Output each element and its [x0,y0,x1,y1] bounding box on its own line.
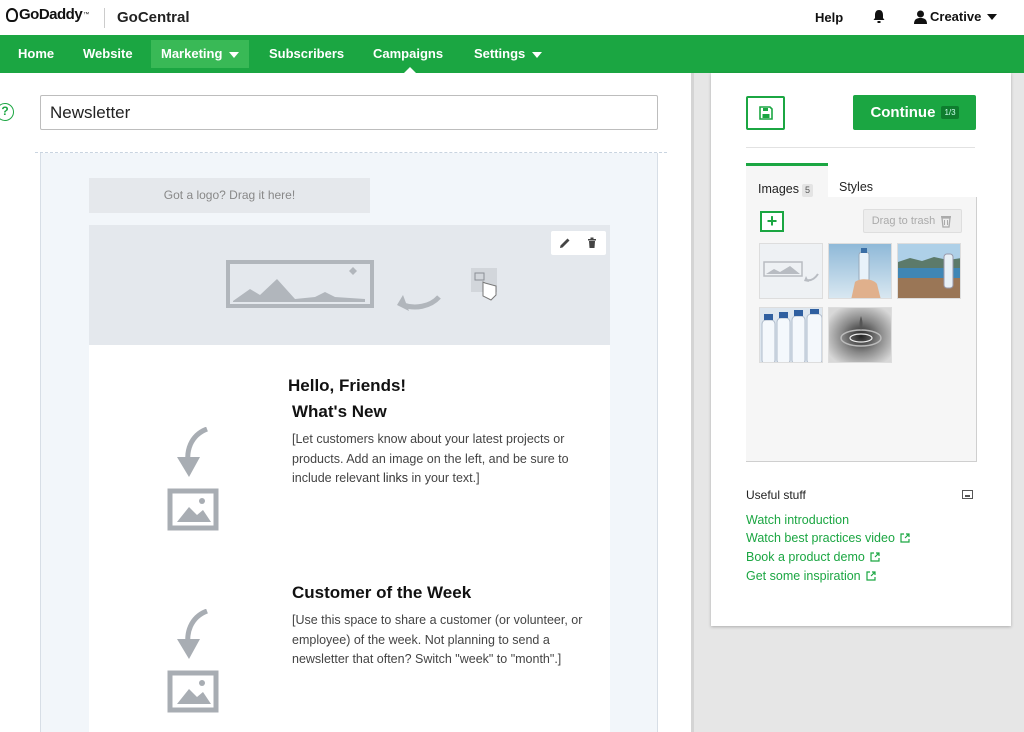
section-title-customer-of-week[interactable]: Customer of the Week [292,583,471,603]
godaddy-guy-icon [6,7,18,22]
godaddy-logo[interactable]: GoDaddy ™ [6,6,89,23]
nav-website[interactable]: Website [73,35,143,73]
gallery-thumb-water-drop[interactable] [828,307,892,363]
gallery-thumb-bottles-row[interactable] [759,307,823,363]
brand-name: GoDaddy [19,6,83,23]
external-link-icon [866,571,876,581]
link-label: Get some inspiration [746,569,861,583]
section-body-whats-new[interactable]: [Let customers know about your latest pr… [292,430,584,489]
chevron-down-icon [229,52,240,58]
email-body: Hello, Friends! What's New [Let customer… [89,345,610,732]
greeting-heading[interactable]: Hello, Friends! [288,376,406,396]
person-icon [914,10,927,24]
account-menu[interactable]: Creative [914,9,998,24]
tab-images-label: Images [758,182,799,196]
section-title-whats-new[interactable]: What's New [292,402,387,422]
image-placeholder-icon [760,244,822,298]
help-link[interactable]: Help [815,10,843,25]
product-name[interactable]: GoCentral [117,9,190,26]
gallery-thumb-beach-bottle[interactable] [897,243,961,299]
get-inspiration-link[interactable]: Get some inspiration [746,569,876,583]
drag-to-trash-zone[interactable]: Drag to trash [863,209,962,233]
water-drop-photo-icon [829,308,891,362]
trash-can-icon [941,216,952,228]
watch-introduction-link[interactable]: Watch introduction [746,513,849,527]
book-demo-link[interactable]: Book a product demo [746,550,880,564]
images-count-badge: 5 [802,184,814,197]
save-button[interactable] [746,96,785,130]
nav-settings-label: Settings [474,46,526,61]
section-body-text: in your text.] [408,471,480,485]
block-toolbar [551,231,606,255]
external-link-icon [900,533,910,543]
image-placeholder-icon[interactable] [167,609,219,713]
brand-trademark: ™ [83,11,89,18]
link-label: Watch introduction [746,513,850,527]
pencil-icon[interactable] [559,237,571,249]
nav-subscribers[interactable]: Subscribers [259,35,354,73]
email-editor: ? Got a logo? Drag it here! [0,73,694,732]
tab-styles[interactable]: Styles [839,164,873,198]
tab-images[interactable]: Images 5 [746,163,828,197]
image-placeholder-icon [226,260,497,311]
account-label: Creative [930,9,982,24]
panel-divider [746,147,975,148]
chevron-down-icon [987,13,998,20]
water-bottle-photo-icon [829,244,891,298]
campaign-title-input[interactable] [40,95,658,130]
best-practices-video-link[interactable]: Watch best practices video [746,531,910,545]
hero-image-block[interactable] [89,225,610,345]
help-circle-icon[interactable]: ? [0,103,14,121]
main-nav: Home Website Marketing Subscribers Campa… [0,35,1024,73]
gallery-thumb-placeholder[interactable] [759,243,823,299]
gallery-thumb-water-bottle-hand[interactable] [828,243,892,299]
side-panel: Continue 1/3 Images 5 Styles + Drag to tr… [711,73,1011,626]
external-link-icon [870,552,880,562]
link-label: Book a product demo [746,550,865,564]
bottles-photo-icon [760,308,822,362]
continue-button[interactable]: Continue 1/3 [853,95,976,130]
nav-marketing[interactable]: Marketing [151,40,250,68]
logo-divider [104,8,105,28]
collapse-icon[interactable] [962,490,973,499]
image-gallery: + Drag to trash [746,197,977,462]
links-link[interactable]: links [383,471,408,485]
chevron-down-icon [531,52,542,58]
top-bar: GoDaddy ™ GoCentral Help Creative [0,0,1024,35]
section-body-customer-of-week[interactable]: [Use this space to share a customer (or … [292,611,584,670]
step-badge: 1/3 [941,106,959,119]
trash-icon[interactable] [586,237,598,249]
useful-stuff-title: Useful stuff [746,488,806,502]
image-placeholder-icon[interactable] [167,427,219,531]
beach-photo-icon [898,244,960,298]
logo-drop-zone[interactable]: Got a logo? Drag it here! [89,178,370,213]
nav-settings[interactable]: Settings [464,35,552,73]
bell-icon[interactable] [872,9,886,24]
continue-label: Continue [870,104,936,121]
nav-home[interactable]: Home [8,35,64,73]
email-canvas: Got a logo? Drag it here! Hello, Friends… [40,153,658,732]
link-label: Watch best practices video [746,531,895,545]
add-image-button[interactable]: + [760,211,784,232]
trash-label: Drag to trash [871,215,936,227]
floppy-disk-icon [758,106,773,120]
nav-marketing-label: Marketing [161,46,223,61]
